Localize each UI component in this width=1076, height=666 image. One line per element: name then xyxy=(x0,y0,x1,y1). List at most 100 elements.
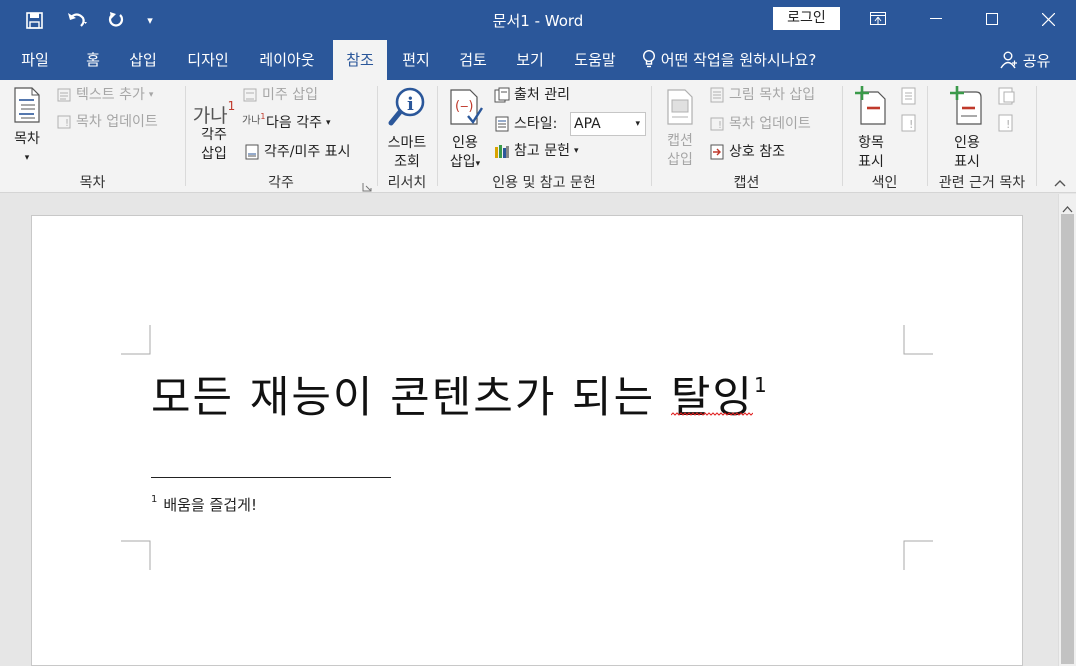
cross-reference-icon xyxy=(710,144,724,160)
svg-text:!: ! xyxy=(718,120,722,131)
tab-insert[interactable]: 삽입 xyxy=(120,40,166,80)
add-text-button[interactable]: 텍스트 추가 ▾ xyxy=(56,84,153,106)
citation-style-dropdown[interactable]: APA ▾ xyxy=(570,112,646,136)
minimize-icon[interactable] xyxy=(913,0,959,38)
next-footnote-button[interactable]: 가나1 다음 각주 ▾ xyxy=(242,112,331,134)
tab-references[interactable]: 참조 xyxy=(333,40,387,80)
next-footnote-icon-text: 가나 xyxy=(242,115,261,127)
footnote[interactable]: 1 배움을 즐겁게! xyxy=(151,494,257,515)
mark-citation-label-1: 인용 xyxy=(954,135,980,151)
crop-mark-top-left xyxy=(121,325,151,355)
cross-reference-label: 상호 참조 xyxy=(729,144,785,160)
insert-endnote-label: 미주 삽입 xyxy=(262,87,318,103)
smart-lookup-icon: i xyxy=(388,87,425,126)
group-separator xyxy=(377,86,378,186)
manage-sources-label: 출처 관리 xyxy=(514,87,570,103)
manage-sources-button[interactable]: 출처 관리 xyxy=(494,84,570,106)
crop-mark-bottom-left xyxy=(121,540,151,570)
svg-text:!: ! xyxy=(1006,118,1010,131)
footnote-separator xyxy=(151,477,391,478)
document-page[interactable] xyxy=(31,215,1023,666)
insert-caption-button[interactable]: 캡션 삽입 xyxy=(657,88,703,170)
show-notes-button[interactable]: 각주/미주 표시 xyxy=(244,141,350,163)
tell-me-search[interactable]: 어떤 작업을 원하시나요? xyxy=(642,40,816,80)
update-toc-label: 목차 업데이트 xyxy=(76,114,158,130)
spelling-error-underline[interactable] xyxy=(671,412,753,416)
next-footnote-icon-sup: 1 xyxy=(260,111,266,121)
insert-caption-label-2: 삽입 xyxy=(667,152,693,168)
group-separator xyxy=(437,86,438,186)
lightbulb-icon xyxy=(642,49,661,69)
ribbon-references: 목차 ▾ 텍스트 추가 ▾ ! 목차 업데이트 목차 가나1 각주 삽입 미주 삽… xyxy=(0,80,1076,193)
group-label-research: 리서치 xyxy=(387,175,427,191)
toc-dropdown-icon: ▾ xyxy=(24,153,30,163)
insert-toa-icon[interactable] xyxy=(998,87,1016,109)
insert-tof-button[interactable]: 그림 목차 삽입 xyxy=(709,84,815,106)
insert-citation-icon: (‒) xyxy=(450,89,484,125)
tab-layout[interactable]: 레이아웃 xyxy=(248,40,326,80)
insert-endnote-button[interactable]: 미주 삽입 xyxy=(242,84,318,106)
footnote-number: 1 xyxy=(151,494,158,505)
bibliography-button[interactable]: 참고 문헌 ▾ xyxy=(494,140,579,162)
group-separator xyxy=(651,86,652,186)
group-separator xyxy=(1036,86,1037,186)
insert-footnote-label-2: 삽입 xyxy=(201,146,227,162)
tab-help[interactable]: 도움말 xyxy=(564,40,626,80)
scroll-thumb[interactable] xyxy=(1061,214,1074,664)
update-toa-icon[interactable]: ! xyxy=(998,114,1014,136)
insert-citation-label-2-text: 삽입 xyxy=(449,154,476,170)
toc-button[interactable]: 목차 ▾ xyxy=(6,86,48,168)
update-table-icon: ! xyxy=(710,117,724,131)
footnote-icon-text: 가나 xyxy=(192,105,228,127)
insert-citation-button[interactable]: (‒) 인용 삽입▾ xyxy=(442,86,488,174)
crop-mark-bottom-right xyxy=(903,540,933,570)
smart-lookup-button[interactable]: i 스마트 조회 xyxy=(381,86,433,172)
collapse-ribbon-icon[interactable] xyxy=(1054,176,1066,190)
tab-review[interactable]: 검토 xyxy=(450,40,496,80)
tab-mailings[interactable]: 편지 xyxy=(393,40,439,80)
smart-lookup-label-2: 조회 xyxy=(394,154,420,170)
toc-icon xyxy=(14,87,40,123)
bibliography-icon xyxy=(495,145,509,158)
style-icon xyxy=(495,116,509,132)
group-label-citations: 인용 및 참고 문헌 xyxy=(492,175,596,191)
tab-design[interactable]: 디자인 xyxy=(176,40,240,80)
next-footnote-dropdown-icon: ▾ xyxy=(325,118,331,128)
tab-view[interactable]: 보기 xyxy=(507,40,553,80)
citation-style-value: APA xyxy=(574,116,601,132)
group-label-footnotes: 각주 xyxy=(268,175,294,191)
cross-reference-button[interactable]: 상호 참조 xyxy=(709,141,785,163)
update-table-button[interactable]: ! 목차 업데이트 xyxy=(709,113,811,135)
insert-index-icon[interactable] xyxy=(901,87,917,109)
tab-home[interactable]: 홈 xyxy=(76,40,110,80)
style-label: 스타일: xyxy=(514,116,558,132)
mark-entry-button[interactable]: 항목 표시 xyxy=(848,86,894,172)
next-footnote-label: 다음 각주 xyxy=(266,115,322,131)
footnote-text: 배움을 즐겁게! xyxy=(163,496,257,514)
vertical-scrollbar[interactable] xyxy=(1058,194,1076,666)
add-text-icon xyxy=(57,88,71,102)
mark-citation-button[interactable]: 인용 표시 xyxy=(944,86,990,172)
ribbon-display-options-icon[interactable] xyxy=(855,0,901,38)
ribbon-tab-bar: 파일 홈 삽입 디자인 레이아웃 참조 편지 검토 보기 도움말 어떤 작업을 … xyxy=(0,40,1076,80)
tell-me-text: 어떤 작업을 원하시나요? xyxy=(660,51,817,69)
login-button[interactable]: 로그인 xyxy=(773,7,840,30)
add-text-dropdown-icon: ▾ xyxy=(148,90,154,100)
svg-text:!: ! xyxy=(65,118,69,129)
footnote-icon: 가나1 xyxy=(191,88,237,127)
insert-footnote-button[interactable]: 가나1 각주 삽입 xyxy=(191,88,237,164)
footnote-reference[interactable]: 1 xyxy=(754,373,769,397)
manage-sources-icon xyxy=(494,87,510,103)
insert-footnote-label-1: 각주 xyxy=(201,127,227,143)
tab-file[interactable]: 파일 xyxy=(8,40,62,80)
group-label-toc: 목차 xyxy=(79,175,106,191)
footnote-dialog-launcher-icon[interactable] xyxy=(362,177,372,192)
update-index-icon[interactable]: ! xyxy=(901,114,917,136)
update-toc-button[interactable]: ! 목차 업데이트 xyxy=(56,111,158,133)
share-button[interactable]: 공유 xyxy=(1000,40,1050,80)
maximize-icon[interactable] xyxy=(969,0,1015,38)
mark-entry-icon xyxy=(855,86,886,125)
close-icon[interactable] xyxy=(1025,0,1071,38)
group-separator xyxy=(842,86,843,186)
bibliography-label: 참고 문헌 xyxy=(514,143,570,159)
